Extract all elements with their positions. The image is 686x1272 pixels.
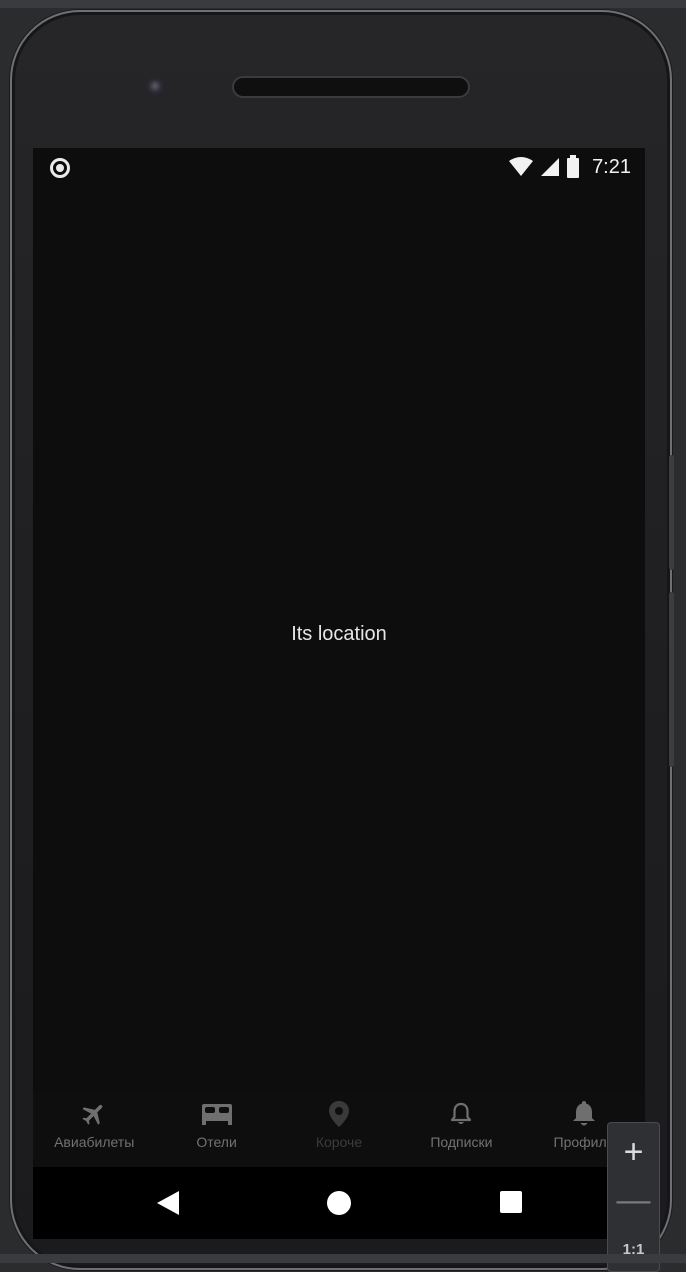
bell-filled-icon	[572, 1101, 595, 1126]
location-pin-icon	[328, 1101, 349, 1127]
zoom-out-button[interactable]: —	[608, 1183, 659, 1217]
cellular-signal-icon	[541, 158, 560, 176]
record-indicator-icon	[50, 158, 70, 178]
nav-item-podpiski[interactable]: Подписки	[400, 1092, 522, 1167]
bottom-navigation: Авиабилеты Отели Короче Подписки Профиль	[33, 1092, 645, 1167]
recents-icon[interactable]	[499, 1189, 523, 1215]
bell-outline-icon	[451, 1102, 472, 1124]
battery-icon	[567, 155, 580, 178]
side-button-upper[interactable]	[669, 455, 674, 570]
nav-label-profil: Профиль	[553, 1134, 614, 1150]
nav-label-aviabilety: Авиабилеты	[54, 1134, 135, 1150]
nav-item-oteli[interactable]: Отели	[155, 1092, 277, 1167]
wifi-icon	[509, 157, 534, 176]
emulator-bottom-bar	[0, 1254, 686, 1263]
emulator-top-bar	[0, 0, 686, 8]
system-navigation-bar	[33, 1167, 645, 1239]
device-screen: 7:21 Its location Авиабилеты Отели Короч…	[33, 148, 645, 1239]
emulator-zoom-panel: + — 1:1	[607, 1122, 660, 1272]
nav-label-podpiski: Подписки	[430, 1134, 493, 1150]
page-center-text: Its location	[291, 623, 387, 645]
home-icon[interactable]	[325, 1189, 353, 1217]
side-button-lower[interactable]	[669, 592, 674, 767]
earpiece-speaker	[232, 76, 470, 98]
airplane-icon	[82, 1104, 103, 1125]
back-icon[interactable]	[154, 1189, 182, 1217]
bed-icon	[201, 1104, 232, 1125]
zoom-in-button[interactable]: +	[608, 1135, 659, 1169]
status-time: 7:21	[592, 155, 631, 178]
nav-label-koroche: Короче	[315, 1134, 363, 1150]
nav-label-oteli: Отели	[196, 1134, 237, 1150]
nav-item-koroche[interactable]: Короче	[278, 1092, 400, 1167]
status-bar: 7:21	[33, 148, 645, 186]
front-camera	[146, 77, 166, 97]
nav-item-aviabilety[interactable]: Авиабилеты	[33, 1092, 155, 1167]
status-icons: 7:21	[508, 155, 631, 178]
